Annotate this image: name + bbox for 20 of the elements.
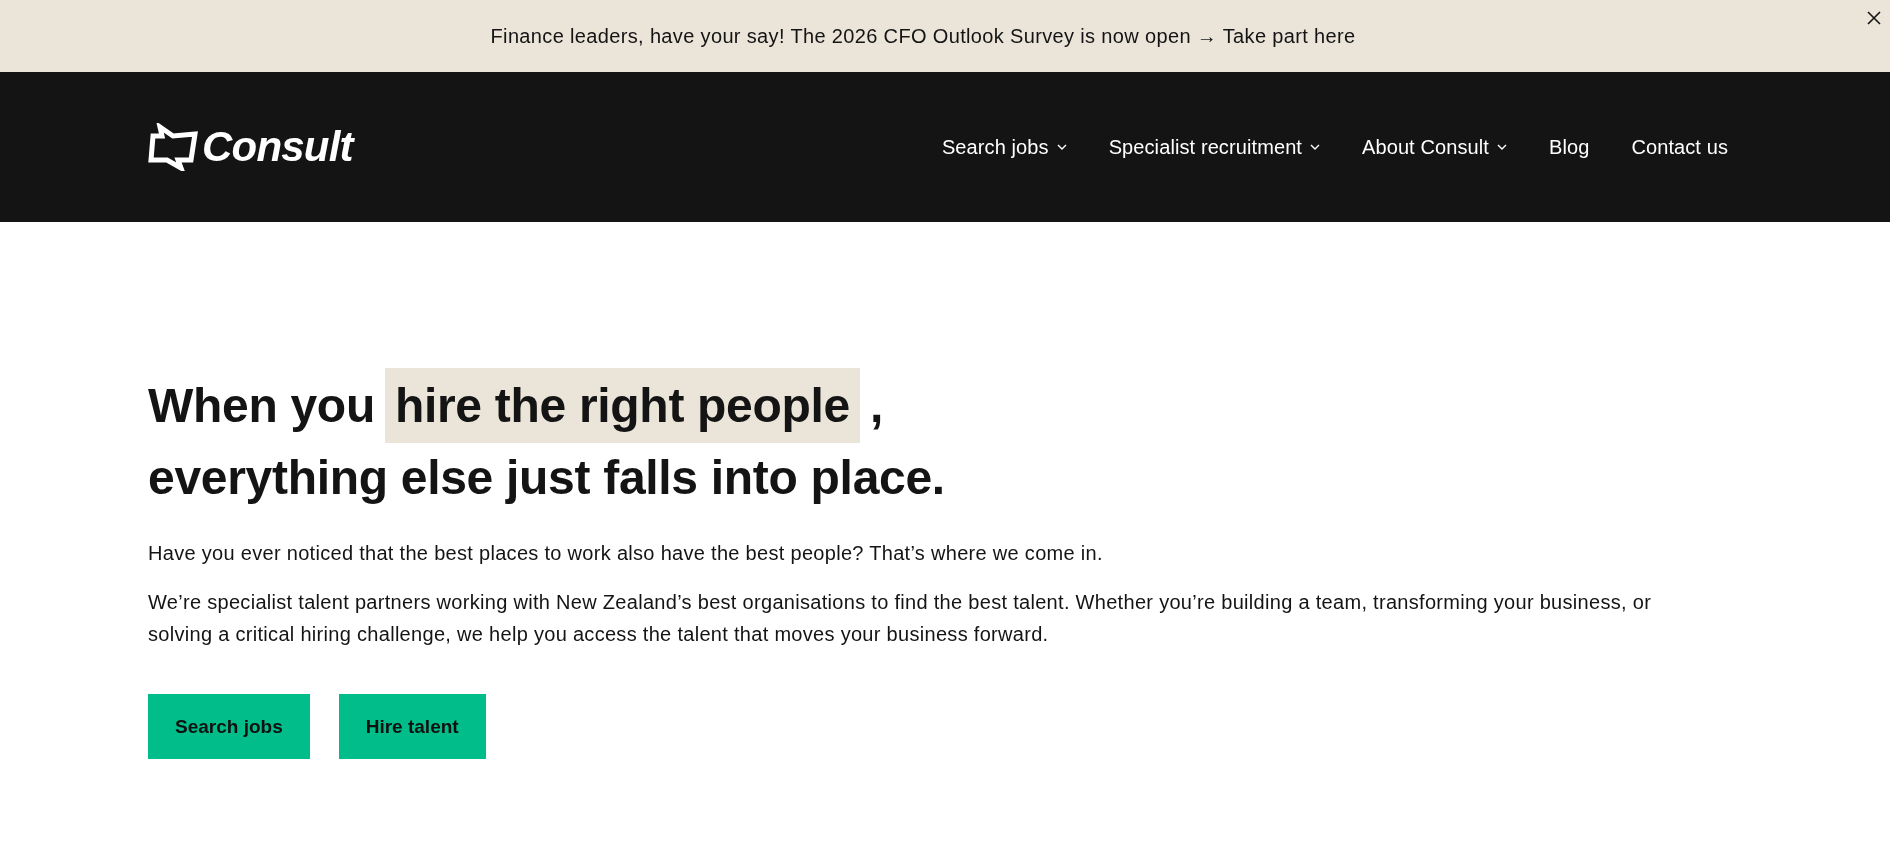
intro-paragraph: Have you ever noticed that the best places to work also have the best people? That’s where we come in.: [148, 541, 1104, 566]
logo-wordmark[interactable]: Consult: [202, 126, 353, 168]
nav-link[interactable]: Specialist recruitment: [1108, 135, 1320, 159]
highlighted-heading-text: hire the right people: [384, 368, 860, 443]
nav-link[interactable]: About Consult: [1362, 135, 1507, 159]
nav-link[interactable]: Contact us: [1631, 135, 1728, 159]
heading-text: When you: [148, 377, 375, 434]
close-icon[interactable]: [1866, 10, 1882, 26]
cta-button[interactable]: Hire talent: [338, 694, 486, 759]
heading-text: everything else just falls into place.: [148, 450, 945, 506]
chevron-down-icon: [1496, 144, 1507, 150]
heading-text: ,: [870, 377, 884, 434]
intro-paragraph: We’re specialist talent partners working with New Zealand’s best organisations to find the best talent. Whether you’re building a team, transforming your business, or solving a critical hiring challenge, we help you access the talent that moves your business forward.: [148, 590, 1653, 647]
chevron-down-icon: [1310, 144, 1320, 150]
speech-bubble-logo-icon[interactable]: [148, 123, 198, 171]
cta-button[interactable]: Search jobs: [148, 694, 310, 759]
chevron-down-icon: [1056, 144, 1067, 150]
nav-link[interactable]: Blog: [1548, 135, 1590, 159]
announcement-link[interactable]: Finance leaders, have your say! The 2026 CFO Outlook Survey is now open → Take part here: [490, 24, 1356, 48]
nav-link[interactable]: Search jobs: [941, 135, 1067, 159]
